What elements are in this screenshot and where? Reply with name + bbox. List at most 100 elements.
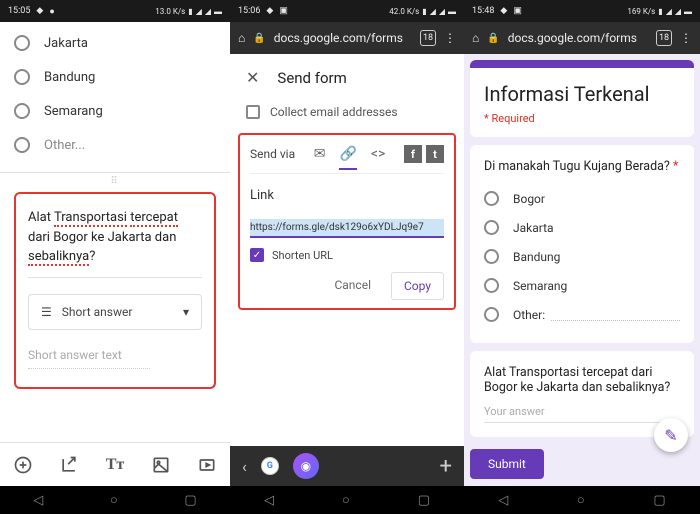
link-input[interactable] xyxy=(250,219,444,238)
option-label: Jakarta xyxy=(513,221,554,235)
send-via-label: Send via xyxy=(250,147,295,161)
radio-option[interactable]: Other... xyxy=(14,128,216,162)
lock-icon: 🔒 xyxy=(253,33,265,44)
answer-input[interactable]: Your answer xyxy=(484,405,680,423)
home-icon[interactable]: ○ xyxy=(577,492,585,508)
send-via-box: Send via ✉ 🔗 <> f t Link ✓ Shorten URL C… xyxy=(238,133,456,310)
recent-icon[interactable]: ▢ xyxy=(418,493,430,508)
option-label: Other... xyxy=(44,138,85,153)
radio-option[interactable]: Semarang xyxy=(14,94,216,128)
radio-option[interactable]: Jakarta xyxy=(14,26,216,60)
tab-count[interactable]: 18 xyxy=(420,30,436,46)
close-icon[interactable]: ✕ xyxy=(246,68,259,87)
back-icon[interactable]: ◁ xyxy=(264,493,274,508)
add-video-icon[interactable] xyxy=(197,455,217,475)
status-bar: 15:48◆▣ 169 K/s▮◢◢▬ xyxy=(464,0,700,22)
radio-option[interactable]: Jakarta xyxy=(484,213,680,242)
drag-handle-icon[interactable]: ⠿ xyxy=(14,173,216,190)
question-type-select[interactable]: ☰Short answer ▾ xyxy=(28,294,202,330)
cancel-button[interactable]: Cancel xyxy=(322,272,383,300)
radio-icon xyxy=(484,307,499,322)
option-label: Bogor xyxy=(513,192,545,206)
home-icon[interactable]: ○ xyxy=(342,492,350,508)
clock: 15:48 xyxy=(472,6,494,16)
status-bar: 15:05◆● 13.0 K/s▮◢◢▬ xyxy=(0,0,230,22)
copy-button[interactable]: Copy xyxy=(391,272,444,300)
status-bar: 15:06◆▣ 42.0 K/s▮◢◢▬ xyxy=(230,0,464,22)
link-label: Link xyxy=(250,188,444,203)
chrome-bottom-bar: ‹ G ◉ + xyxy=(230,446,464,486)
embed-icon[interactable]: <> xyxy=(371,146,385,162)
radio-icon xyxy=(484,191,499,206)
assistant-icon[interactable]: ◉ xyxy=(293,453,319,479)
short-answer-icon: ☰ xyxy=(41,305,52,319)
url-bar[interactable]: ⌂ 🔒 docs.google.com/forms 18 ⋮ xyxy=(464,22,700,54)
mail-icon[interactable]: ✉ xyxy=(314,146,326,162)
menu-icon[interactable]: ⋮ xyxy=(680,31,692,45)
radio-option-other[interactable]: Other: xyxy=(484,300,680,329)
option-label: Jakarta xyxy=(44,36,88,51)
radio-icon xyxy=(484,220,499,235)
send-via-row: Send via ✉ 🔗 <> f t xyxy=(250,145,444,174)
add-title-icon[interactable]: Tᴛ xyxy=(106,456,125,474)
twitter-icon[interactable]: t xyxy=(426,145,444,163)
add-image-icon[interactable] xyxy=(151,455,171,475)
radio-option-list: Jakarta Bandung Semarang Other... xyxy=(14,22,216,172)
radio-icon xyxy=(14,137,30,153)
form-title: Informasi Terkenal xyxy=(484,82,680,106)
question-title[interactable]: Alat Transportasi tercepat dari Bogor ke… xyxy=(28,208,202,278)
radio-option[interactable]: Bandung xyxy=(14,60,216,94)
question-text: Di manakah Tugu Kujang Berada? * xyxy=(484,159,680,174)
home-icon[interactable]: ⌂ xyxy=(472,31,479,45)
question-card[interactable]: Alat Transportasi tercepat dari Bogor ke… xyxy=(14,192,216,389)
panel-send-form: 15:06◆▣ 42.0 K/s▮◢◢▬ ⌂ 🔒 docs.google.com… xyxy=(230,0,464,514)
menu-icon[interactable]: ⋮ xyxy=(444,31,456,45)
submit-button[interactable]: Submit xyxy=(470,449,544,479)
editor-toolbar: Tᴛ xyxy=(0,442,230,486)
new-tab-icon[interactable]: + xyxy=(440,454,452,479)
back-icon[interactable]: ◁ xyxy=(498,493,508,508)
link-icon[interactable]: 🔗 xyxy=(339,146,356,170)
radio-icon xyxy=(14,69,30,85)
shorten-url-row[interactable]: ✓ Shorten URL xyxy=(250,248,444,262)
panel-form-editor: 15:05◆● 13.0 K/s▮◢◢▬ Jakarta Bandung Sem… xyxy=(0,0,230,514)
type-label: Short answer xyxy=(62,305,133,319)
tab-count[interactable]: 18 xyxy=(656,30,672,46)
option-label: Other: xyxy=(513,308,545,322)
home-icon[interactable]: ○ xyxy=(110,492,118,508)
checkbox-icon[interactable] xyxy=(246,105,260,119)
radio-icon xyxy=(484,249,499,264)
option-label: Semarang xyxy=(513,279,567,293)
clock: 15:05 xyxy=(8,6,30,16)
chevron-left-icon[interactable]: ‹ xyxy=(242,457,247,476)
clock: 15:06 xyxy=(238,6,260,16)
url-bar[interactable]: ⌂ 🔒 docs.google.com/forms 18 ⋮ xyxy=(230,22,464,54)
shorten-label: Shorten URL xyxy=(272,249,333,262)
radio-option[interactable]: Bandung xyxy=(484,242,680,271)
form-header: Informasi Terkenal * Required xyxy=(470,60,694,137)
checkbox-checked-icon[interactable]: ✓ xyxy=(250,248,264,262)
collect-emails-row[interactable]: Collect email addresses xyxy=(230,101,464,133)
import-question-icon[interactable] xyxy=(59,455,79,475)
collect-label: Collect email addresses xyxy=(270,105,398,119)
send-form-title: Send form xyxy=(277,69,346,87)
home-icon[interactable]: ⌂ xyxy=(238,31,245,45)
back-icon[interactable]: ◁ xyxy=(33,493,43,508)
option-label: Bandung xyxy=(44,70,95,85)
radio-option[interactable]: Semarang xyxy=(484,271,680,300)
radio-option[interactable]: Bogor xyxy=(484,184,680,213)
panel-form-view: 15:48◆▣ 169 K/s▮◢◢▬ ⌂ 🔒 docs.google.com/… xyxy=(464,0,700,514)
other-input-line[interactable] xyxy=(551,309,680,321)
option-label: Bandung xyxy=(513,250,560,264)
radio-icon xyxy=(14,35,30,51)
edit-fab[interactable]: ✎ xyxy=(654,418,688,452)
recent-icon[interactable]: ▢ xyxy=(184,493,196,508)
add-question-icon[interactable] xyxy=(13,455,33,475)
option-label: Semarang xyxy=(44,104,103,119)
facebook-icon[interactable]: f xyxy=(404,145,422,163)
recent-icon[interactable]: ▢ xyxy=(653,493,665,508)
radio-icon xyxy=(14,103,30,119)
lock-icon: 🔒 xyxy=(487,33,499,44)
google-icon[interactable]: G xyxy=(261,457,279,475)
android-nav: ◁ ○ ▢ xyxy=(0,486,230,514)
